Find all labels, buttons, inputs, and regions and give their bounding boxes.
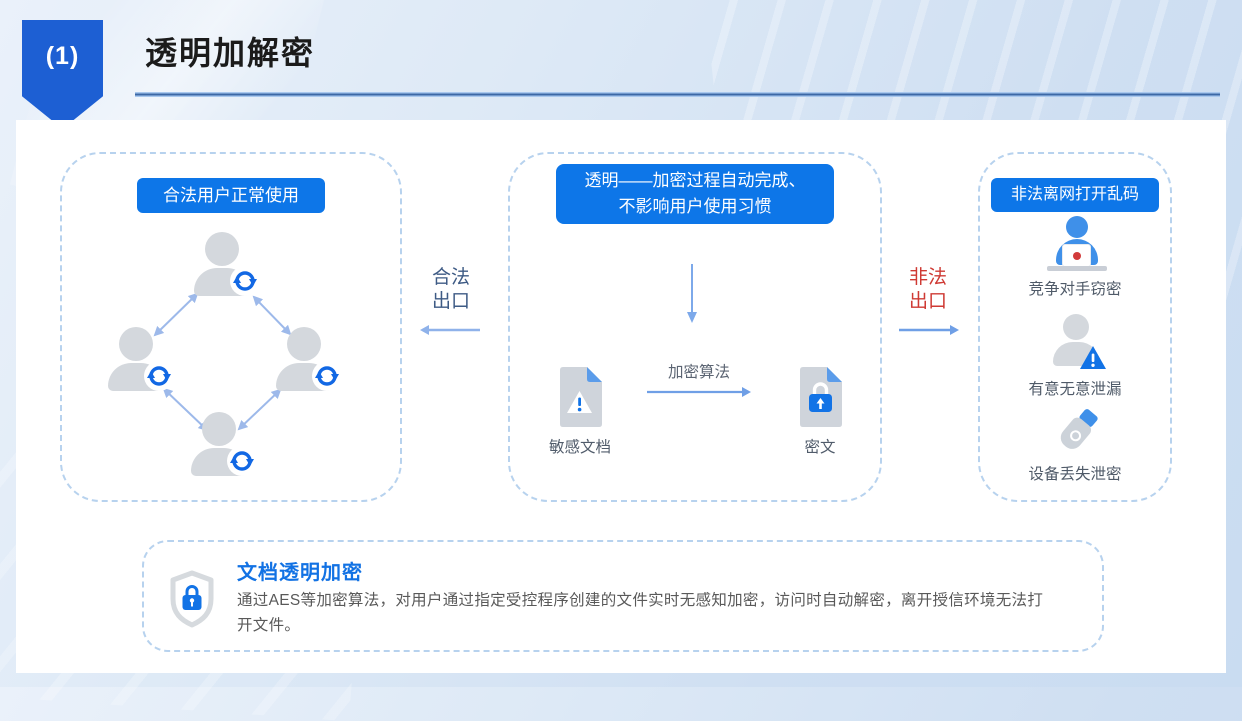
legal-exit-arrow-icon bbox=[420, 323, 482, 337]
encrypt-arrow-icon bbox=[647, 386, 751, 398]
desk bbox=[1047, 266, 1107, 271]
illegal-exit-arrow-icon bbox=[897, 323, 959, 337]
user-head bbox=[205, 232, 239, 266]
down-arrow-icon bbox=[686, 264, 698, 324]
ciphertext-doc-caption: 密文 bbox=[775, 435, 865, 457]
illegal-open-label: 非法离网打开乱码 bbox=[991, 178, 1159, 212]
warning-triangle-icon bbox=[1080, 346, 1106, 369]
user-icon bbox=[194, 232, 250, 296]
sync-icon bbox=[227, 446, 257, 476]
legal-exit-text: 出口 bbox=[419, 290, 483, 314]
sensitive-doc-caption: 敏感文档 bbox=[549, 435, 611, 457]
legal-use-box: 合法用户正常使用 bbox=[60, 152, 402, 502]
hacker-laptop-icon bbox=[1047, 216, 1107, 272]
ciphertext-doc-icon bbox=[797, 367, 842, 427]
user-icon bbox=[191, 412, 247, 476]
user-icon bbox=[276, 327, 332, 391]
threat-caption: 设备丢失泄密 bbox=[995, 462, 1155, 484]
sync-icon bbox=[230, 266, 260, 296]
encrypt-process-label: 加密算法 bbox=[647, 360, 751, 382]
sync-icon bbox=[312, 361, 342, 391]
section-number: (1) bbox=[22, 20, 103, 71]
user-warning-icon bbox=[1050, 314, 1102, 368]
user-head bbox=[202, 412, 236, 446]
threat-caption: 竞争对手窃密 bbox=[995, 277, 1155, 299]
hacker-head bbox=[1066, 216, 1088, 238]
illegal-exit-text: 非法 bbox=[896, 266, 960, 290]
sensitive-doc-icon bbox=[557, 367, 602, 427]
summary-description: 通过AES等加密算法，对用户通过指定受控程序创建的文件实时无感知加密，访问时自动… bbox=[237, 588, 1052, 638]
user-head bbox=[287, 327, 321, 361]
user-head bbox=[1063, 314, 1089, 340]
label-line-2: 不影响用户使用习惯 bbox=[570, 194, 820, 220]
legal-exit-flow: 合法 出口 bbox=[419, 266, 483, 342]
page-title: 透明加解密 bbox=[145, 28, 315, 74]
user-head bbox=[119, 327, 153, 361]
sync-icon bbox=[144, 361, 174, 391]
illegal-open-box: 非法离网打开乱码 竞争对手窃密 有意无意泄漏 设备丢失泄密 bbox=[978, 152, 1172, 502]
legal-exit-text: 合法 bbox=[419, 266, 483, 290]
transparent-encryption-label: 透明——加密过程自动完成、 不影响用户使用习惯 bbox=[556, 164, 834, 224]
illegal-exit-flow: 非法 出口 bbox=[896, 266, 960, 342]
summary-title: 文档透明加密 bbox=[237, 556, 363, 585]
title-underline bbox=[135, 92, 1220, 97]
transparent-encryption-box: 透明——加密过程自动完成、 不影响用户使用习惯 敏感文档 加密算法 密文 bbox=[508, 152, 882, 502]
shield-lock-icon bbox=[168, 570, 216, 628]
illegal-exit-text: 出口 bbox=[896, 290, 960, 314]
user-icon bbox=[108, 327, 164, 391]
label-line-1: 透明——加密过程自动完成、 bbox=[570, 168, 820, 194]
summary-box: 文档透明加密 通过AES等加密算法，对用户通过指定受控程序创建的文件实时无感知加… bbox=[142, 540, 1104, 652]
usb-drive-icon bbox=[1050, 406, 1105, 461]
malware-dot bbox=[1073, 252, 1081, 260]
